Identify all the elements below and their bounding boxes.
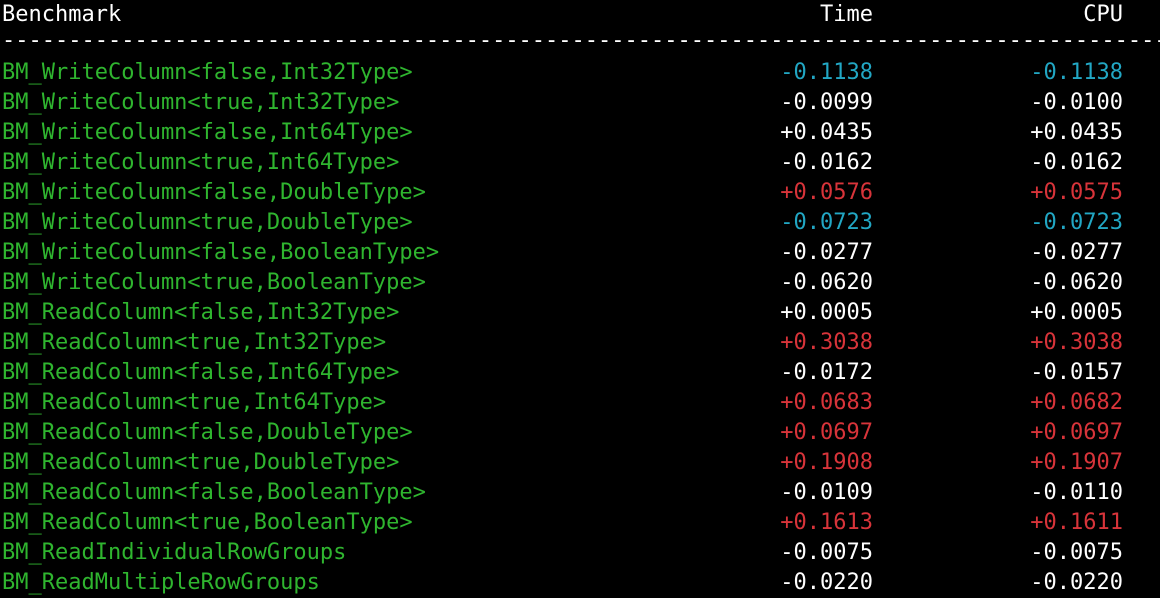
table-row: BM_WriteColumn<true,Int64Type> -0.0162 -0.… bbox=[0, 148, 1160, 178]
time-delta: -0.0099 bbox=[780, 90, 873, 115]
benchmark-name: BM_ReadColumn<false,Int32Type> bbox=[2, 300, 400, 325]
time-delta: +0.0576 bbox=[780, 180, 873, 205]
table-row: BM_WriteColumn<true,Int32Type> -0.0099 -0.… bbox=[0, 88, 1160, 118]
table-row: BM_ReadIndividualRowGroups -0.0075 -0.0075 bbox=[0, 538, 1160, 568]
table-row: BM_ReadColumn<true,Int32Type> +0.3038 +0.3… bbox=[0, 328, 1160, 358]
benchmark-name: BM_ReadColumn<true,DoubleType> bbox=[2, 450, 400, 475]
benchmark-name: BM_ReadColumn<false,Int64Type> bbox=[2, 360, 400, 385]
benchmark-name: BM_ReadColumn<true,Int32Type> bbox=[2, 330, 387, 355]
time-delta: +0.1613 bbox=[780, 510, 873, 535]
table-row: BM_ReadColumn<false,BooleanType> -0.0109 -… bbox=[0, 478, 1160, 508]
benchmark-name: BM_WriteColumn<false,BooleanType> bbox=[2, 240, 440, 265]
cpu-delta: +0.0697 bbox=[1030, 420, 1123, 445]
cpu-delta: -0.0277 bbox=[1030, 240, 1123, 265]
time-delta: -0.0075 bbox=[780, 540, 873, 565]
cpu-delta: +0.3038 bbox=[1030, 330, 1123, 355]
table-row: BM_WriteColumn<true,DoubleType> -0.0723 -0… bbox=[0, 208, 1160, 238]
cpu-delta: +0.0435 bbox=[1030, 120, 1123, 145]
time-delta: +0.0697 bbox=[780, 420, 873, 445]
table-row: BM_WriteColumn<false,Int32Type> -0.1138 -0… bbox=[0, 58, 1160, 88]
table-row: BM_WriteColumn<false,DoubleType> +0.0576 +… bbox=[0, 178, 1160, 208]
table-row: BM_WriteColumn<false,Int64Type> +0.0435 +0… bbox=[0, 118, 1160, 148]
time-delta: -0.0172 bbox=[780, 360, 873, 385]
benchmark-name: BM_WriteColumn<false,DoubleType> bbox=[2, 180, 426, 205]
benchmark-name: BM_ReadColumn<true,Int64Type> bbox=[2, 390, 387, 415]
benchmark-name: BM_WriteColumn<true,DoubleType> bbox=[2, 210, 413, 235]
table-row: BM_ReadColumn<false,Int32Type> +0.0005 +0.… bbox=[0, 298, 1160, 328]
time-delta: -0.0162 bbox=[780, 150, 873, 175]
time-delta: +0.0683 bbox=[780, 390, 873, 415]
benchmark-name: BM_WriteColumn<true,Int64Type> bbox=[2, 150, 400, 175]
table-row: BM_ReadColumn<true,BooleanType> +0.1613 +0… bbox=[0, 508, 1160, 538]
time-delta: -0.0109 bbox=[780, 480, 873, 505]
benchmark-name: BM_WriteColumn<true,Int32Type> bbox=[2, 90, 400, 115]
time-delta: -0.0620 bbox=[780, 270, 873, 295]
time-delta: -0.0220 bbox=[780, 570, 873, 595]
cpu-delta: -0.1138 bbox=[1030, 60, 1123, 85]
time-delta: +0.3038 bbox=[780, 330, 873, 355]
table-row: BM_ReadColumn<true,DoubleType> +0.1908 +0.… bbox=[0, 448, 1160, 478]
cpu-delta: +0.1611 bbox=[1030, 510, 1123, 535]
time-delta: +0.1908 bbox=[780, 450, 873, 475]
benchmark-name: BM_ReadIndividualRowGroups bbox=[2, 540, 347, 565]
cpu-delta: -0.0220 bbox=[1030, 570, 1123, 595]
cpu-delta: -0.0723 bbox=[1030, 210, 1123, 235]
benchmark-name: BM_WriteColumn<false,Int64Type> bbox=[2, 120, 413, 145]
cpu-delta: -0.0075 bbox=[1030, 540, 1123, 565]
cpu-delta: -0.0110 bbox=[1030, 480, 1123, 505]
benchmark-name: BM_ReadColumn<false,BooleanType> bbox=[2, 480, 426, 505]
time-delta: +0.0435 bbox=[780, 120, 873, 145]
cpu-delta: +0.0682 bbox=[1030, 390, 1123, 415]
cpu-delta: +0.1907 bbox=[1030, 450, 1123, 475]
time-delta: -0.0277 bbox=[780, 240, 873, 265]
cpu-delta: +0.0005 bbox=[1030, 300, 1123, 325]
time-delta: -0.1138 bbox=[780, 60, 873, 85]
header-separator: ----------------------------------------… bbox=[2, 28, 1160, 53]
cpu-delta: -0.0100 bbox=[1030, 90, 1123, 115]
cpu-delta: -0.0162 bbox=[1030, 150, 1123, 175]
benchmark-name: BM_ReadColumn<true,BooleanType> bbox=[2, 510, 413, 535]
cpu-delta: +0.0575 bbox=[1030, 180, 1123, 205]
cpu-delta: -0.0157 bbox=[1030, 360, 1123, 385]
table-row: BM_WriteColumn<false,BooleanType> -0.0277… bbox=[0, 238, 1160, 268]
benchmark-name: BM_WriteColumn<false,Int32Type> bbox=[2, 60, 413, 85]
table-row: BM_ReadColumn<true,Int64Type> +0.0683 +0.0… bbox=[0, 388, 1160, 418]
cpu-delta: -0.0620 bbox=[1030, 270, 1123, 295]
benchmark-name: BM_ReadMultipleRowGroups bbox=[2, 570, 320, 595]
benchmark-name: BM_ReadColumn<false,DoubleType> bbox=[2, 420, 413, 445]
table-row: BM_ReadColumn<false,Int64Type> -0.0172 -0.… bbox=[0, 358, 1160, 388]
terminal-output: Benchmark Time CPU ---------------------… bbox=[0, 0, 1160, 598]
time-delta: -0.0723 bbox=[780, 210, 873, 235]
time-delta: +0.0005 bbox=[780, 300, 873, 325]
table-row: BM_ReadColumn<false,DoubleType> +0.0697 +0… bbox=[0, 418, 1160, 448]
table-row: BM_WriteColumn<true,BooleanType> -0.0620 -… bbox=[0, 268, 1160, 298]
table-row: BM_ReadMultipleRowGroups -0.0220 -0.0220 bbox=[0, 568, 1160, 598]
benchmark-name: BM_WriteColumn<true,BooleanType> bbox=[2, 270, 426, 295]
